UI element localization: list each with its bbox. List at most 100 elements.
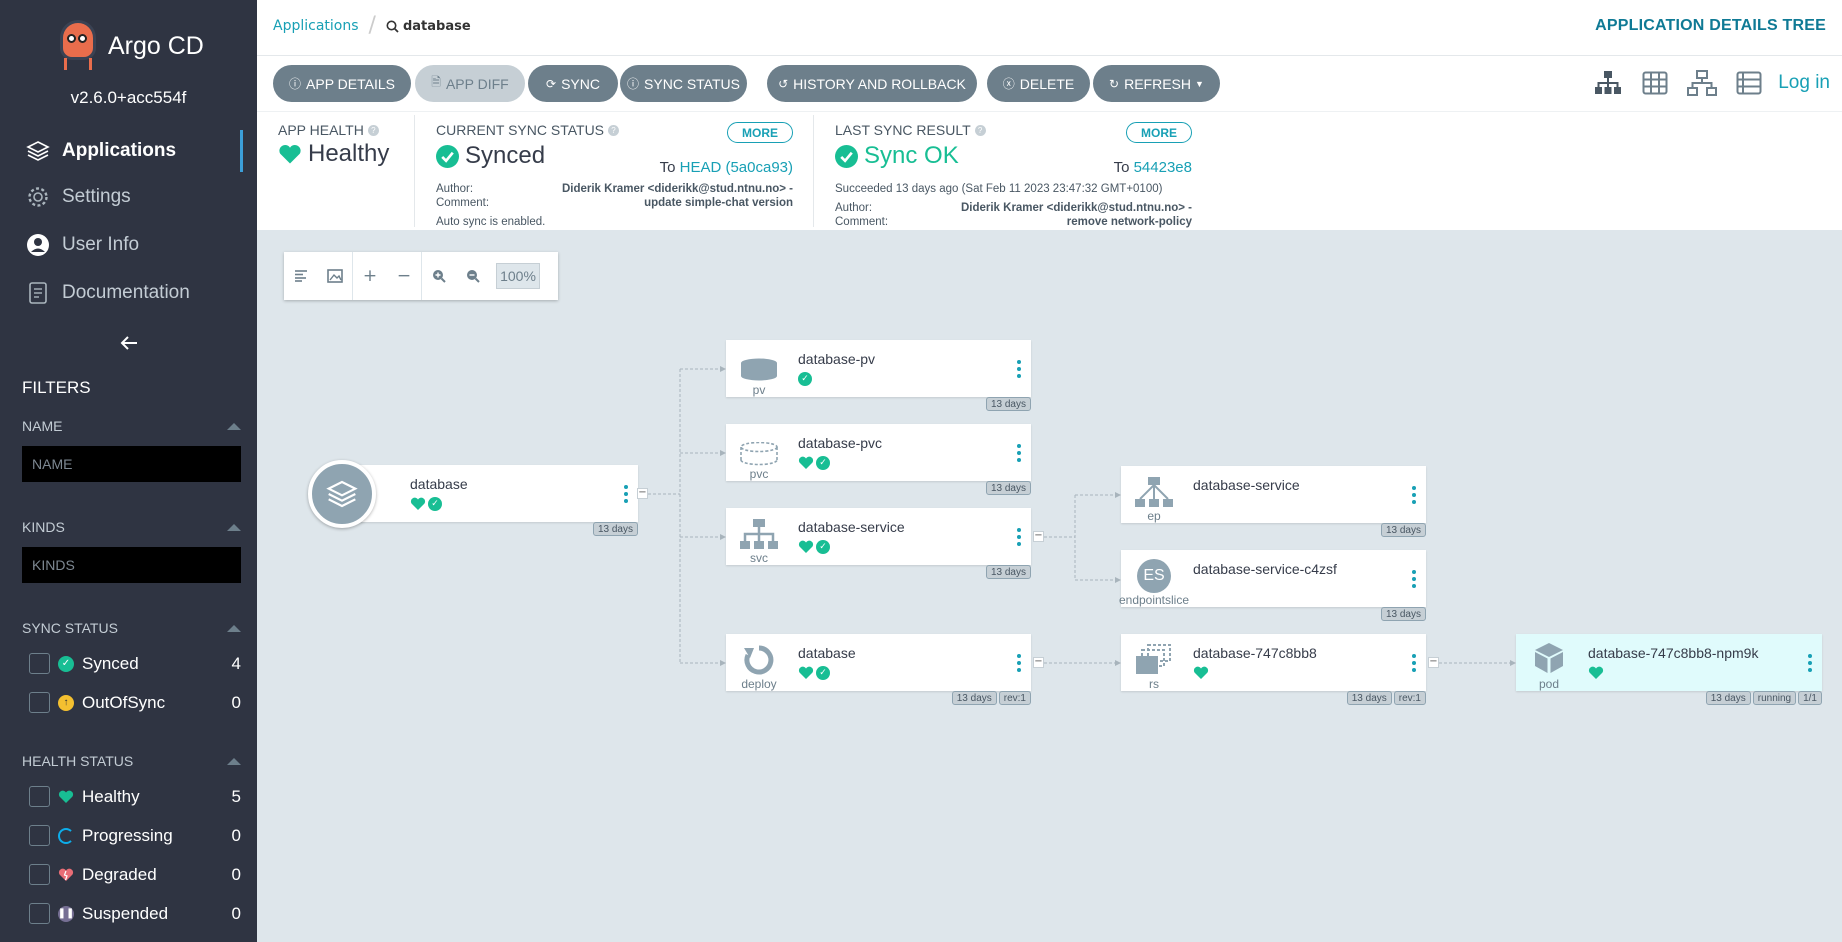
checkbox[interactable] bbox=[29, 903, 50, 924]
node-menu-icon[interactable] bbox=[1017, 528, 1021, 549]
nav-documentation[interactable]: Documentation bbox=[0, 270, 257, 316]
filter-suspended[interactable]: ❚❚ Suspended 0 bbox=[22, 894, 241, 933]
refresh-button[interactable]: ↻ REFRESH ▼ bbox=[1093, 65, 1220, 102]
help-icon[interactable]: ? bbox=[608, 124, 620, 136]
sync-more-button[interactable]: MORE bbox=[727, 122, 793, 143]
node-replicaset[interactable]: rs database-747c8bb8 13 days rev:1 bbox=[1121, 634, 1426, 705]
last-sync-time: Succeeded 13 days ago (Sat Feb 11 2023 2… bbox=[835, 183, 1163, 195]
node-menu-icon[interactable] bbox=[1017, 360, 1021, 381]
history-rollback-button[interactable]: ↺ HISTORY AND ROLLBACK bbox=[767, 65, 977, 102]
spinner-icon bbox=[58, 827, 74, 844]
tree-view-icon[interactable] bbox=[1593, 68, 1623, 98]
checkbox[interactable] bbox=[29, 786, 50, 807]
filter-synced[interactable]: ✓ Synced 4 bbox=[22, 644, 241, 683]
pause-circle-icon: ❚❚ bbox=[58, 905, 74, 922]
align-left-icon[interactable] bbox=[284, 252, 318, 300]
node-status: ✓ bbox=[798, 456, 832, 474]
pod-cube-icon bbox=[1528, 642, 1570, 674]
checkbox[interactable] bbox=[29, 825, 50, 846]
app-health-label: APP HEALTH bbox=[278, 122, 364, 138]
node-tags: 13 days bbox=[984, 481, 1031, 495]
collapse-sidebar-arrow-icon[interactable] bbox=[120, 332, 138, 357]
zoom-level[interactable]: 100% bbox=[496, 263, 540, 289]
collapse-node-button[interactable]: − bbox=[1033, 657, 1044, 668]
layers-icon bbox=[26, 139, 50, 163]
filter-outofsync[interactable]: ↑ OutOfSync 0 bbox=[22, 683, 241, 722]
volume-claim-icon bbox=[738, 438, 780, 470]
node-card[interactable]: database ✓ 13 days bbox=[338, 465, 638, 536]
sync-button[interactable]: ⟳ SYNC bbox=[528, 65, 618, 102]
zoom-out-icon[interactable] bbox=[456, 252, 490, 300]
list-view-icon[interactable] bbox=[1734, 68, 1764, 98]
node-menu-icon[interactable] bbox=[624, 485, 628, 506]
collapse-minus-icon[interactable]: − bbox=[387, 252, 421, 300]
help-icon[interactable]: ? bbox=[974, 124, 986, 136]
nav-settings[interactable]: Settings bbox=[0, 174, 257, 220]
sync-revision-link[interactable]: HEAD (5a0ca93) bbox=[680, 159, 793, 176]
app-diff-button[interactable]: 🗎 APP DIFF bbox=[415, 65, 525, 102]
to-label: To bbox=[1113, 159, 1130, 176]
zoom-in-icon[interactable] bbox=[422, 252, 456, 300]
revision-tag: rev:1 bbox=[1393, 691, 1426, 705]
last-sync-label: LAST SYNC RESULT bbox=[835, 122, 971, 138]
filter-health-header[interactable]: HEALTH STATUS bbox=[22, 753, 241, 769]
login-link[interactable]: Log in bbox=[1778, 72, 1830, 94]
node-service[interactable]: svc database-service ✓ 13 days bbox=[726, 508, 1031, 579]
filter-degraded[interactable]: Degraded 0 bbox=[22, 855, 241, 894]
status-panel: APP HEALTH? Healthy CURRENT SYNC STATUS?… bbox=[257, 112, 1842, 230]
node-pod[interactable]: pod database-747c8bb8-npm9k 13 days runn… bbox=[1516, 634, 1822, 705]
filter-sync-header[interactable]: SYNC STATUS bbox=[22, 620, 241, 636]
node-name: database-service bbox=[1193, 477, 1300, 493]
name-filter-input[interactable]: NAME bbox=[22, 446, 241, 482]
node-endpoints[interactable]: ep database-service 13 days bbox=[1121, 466, 1426, 537]
filter-name-header[interactable]: NAME bbox=[22, 418, 241, 434]
breadcrumb-applications[interactable]: Applications bbox=[273, 18, 359, 34]
filter-kinds-title: KINDS bbox=[22, 519, 65, 535]
toolbar: ⓘ APP DETAILS 🗎 APP DIFF ⟳ SYNC ⓘ SYNC STATU… bbox=[257, 56, 1842, 112]
button-label: APP DETAILS bbox=[306, 75, 395, 92]
sync-status-button[interactable]: ⓘ SYNC STATUS bbox=[620, 65, 747, 102]
expand-plus-icon[interactable]: + bbox=[353, 252, 387, 300]
node-menu-icon[interactable] bbox=[1017, 444, 1021, 465]
node-menu-icon[interactable] bbox=[1412, 570, 1416, 591]
help-icon[interactable]: ? bbox=[367, 124, 379, 136]
delete-button[interactable]: ⓧ DELETE bbox=[987, 65, 1090, 102]
nav-applications[interactable]: Applications bbox=[0, 128, 257, 174]
node-menu-icon[interactable] bbox=[1808, 654, 1812, 675]
revision-tag: rev:1 bbox=[998, 691, 1031, 705]
logo[interactable]: Argo CD bbox=[58, 20, 204, 72]
node-menu-icon[interactable] bbox=[1412, 654, 1416, 675]
node-endpointslice[interactable]: ES endpointslice database-service-c4zsf … bbox=[1119, 550, 1426, 621]
node-menu-icon[interactable] bbox=[1412, 486, 1416, 507]
collapse-node-button[interactable]: − bbox=[1033, 531, 1044, 542]
breadcrumb-current[interactable]: database bbox=[403, 19, 471, 34]
pods-view-icon[interactable] bbox=[1640, 68, 1670, 98]
checkbox[interactable] bbox=[29, 864, 50, 885]
node-menu-icon[interactable] bbox=[1017, 654, 1021, 675]
collapse-node-button[interactable]: − bbox=[637, 488, 648, 499]
node-pv[interactable]: pv database-pv ✓ 13 days bbox=[726, 340, 1031, 411]
node-deployment[interactable]: deploy database ✓ 13 days rev:1 bbox=[726, 634, 1031, 705]
last-sync-more-button[interactable]: MORE bbox=[1126, 122, 1192, 143]
collapse-node-button[interactable]: − bbox=[1428, 657, 1439, 668]
check-circle-icon: ✓ bbox=[428, 497, 442, 511]
node-pvc[interactable]: pvc database-pvc ✓ 13 days bbox=[726, 424, 1031, 495]
top-bar: Applications / database APPLICATION DETA… bbox=[257, 0, 1842, 56]
filter-healthy[interactable]: Healthy 5 bbox=[22, 777, 241, 816]
network-view-icon[interactable] bbox=[1687, 68, 1718, 98]
node-status: ✓ bbox=[798, 666, 832, 684]
last-sync-revision-link[interactable]: 54423e8 bbox=[1134, 159, 1192, 176]
nav: Applications Settings User Info Document… bbox=[0, 128, 257, 316]
sidebar: Argo CD v2.6.0+acc554f Applications Sett… bbox=[0, 0, 257, 942]
filter-progressing[interactable]: Progressing 0 bbox=[22, 816, 241, 855]
nav-user-info[interactable]: User Info bbox=[0, 220, 257, 270]
app-details-button[interactable]: ⓘ APP DETAILS bbox=[273, 65, 411, 102]
filter-kinds-header[interactable]: KINDS bbox=[22, 519, 241, 535]
filter-count: 0 bbox=[231, 903, 241, 923]
gear-icon bbox=[26, 185, 50, 209]
checkbox[interactable] bbox=[29, 692, 50, 713]
image-toggle-icon[interactable] bbox=[318, 252, 352, 300]
checkbox[interactable] bbox=[29, 653, 50, 674]
kinds-filter-input[interactable]: KINDS bbox=[22, 547, 241, 583]
info-icon: ⓘ bbox=[627, 77, 640, 91]
